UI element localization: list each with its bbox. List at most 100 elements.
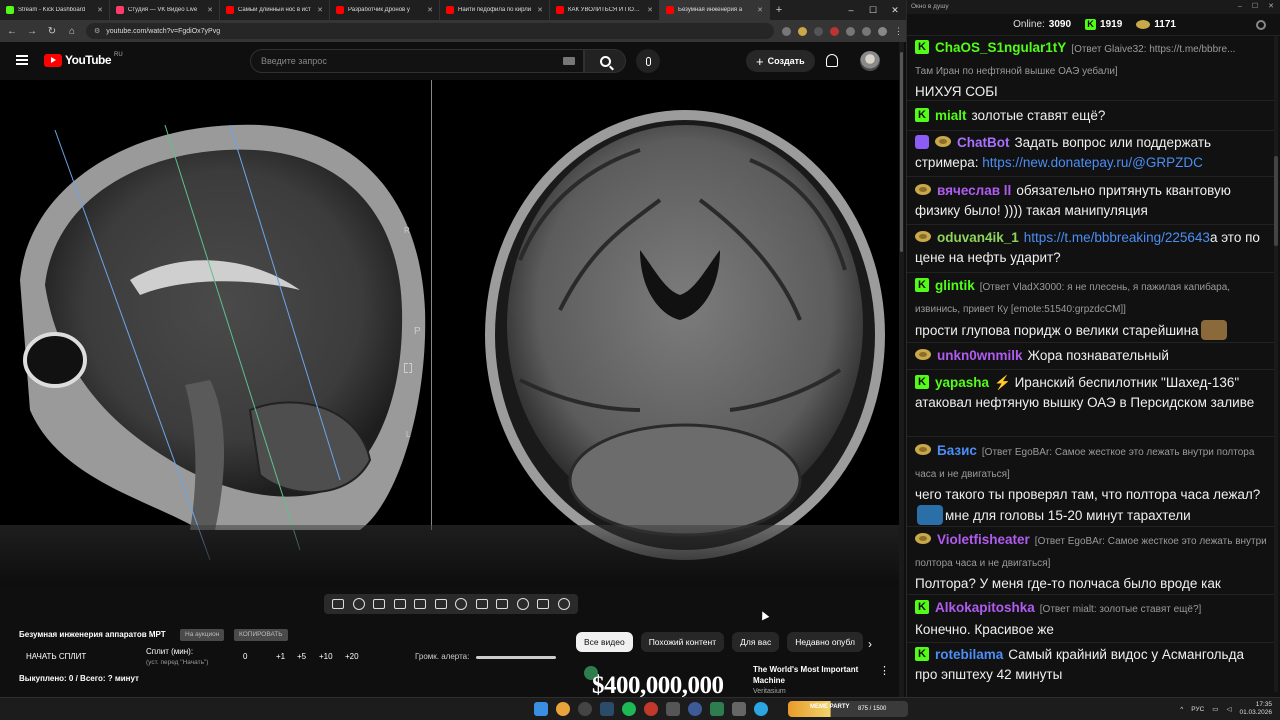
loop-icon[interactable] xyxy=(332,599,345,609)
download-icon[interactable] xyxy=(862,26,871,36)
maximize-icon[interactable]: ☐ xyxy=(1252,0,1258,14)
browser-tab[interactable]: Самый длинный нос в ист ✕ xyxy=(220,0,330,20)
extension-icon[interactable] xyxy=(814,26,823,36)
chat-scrollbar[interactable] xyxy=(1274,36,1278,692)
create-button[interactable]: + Создать xyxy=(746,50,815,72)
close-tab-icon[interactable]: ✕ xyxy=(97,6,103,14)
browser-tab[interactable]: КАК УВОЛИТЬСЯ И ПОЛУЧ ✕ xyxy=(550,0,660,20)
search-button[interactable] xyxy=(584,49,626,73)
chat-username[interactable]: ChatBot xyxy=(957,135,1010,150)
close-tab-icon[interactable]: ✕ xyxy=(427,6,433,14)
volume-icon[interactable]: ◁ xyxy=(1226,705,1231,713)
start-split-button[interactable]: НАЧАТЬ СПЛИТ xyxy=(26,652,86,661)
resize-icon[interactable] xyxy=(414,599,427,609)
split-value-1[interactable]: +1 xyxy=(276,652,285,661)
image-icon[interactable] xyxy=(496,599,509,609)
chat-username[interactable]: вячеслав ll xyxy=(937,183,1011,198)
app-icon[interactable] xyxy=(666,702,680,716)
chat-username[interactable]: Alkokapitoshka xyxy=(935,600,1035,615)
close-tab-icon[interactable]: ✕ xyxy=(757,6,763,14)
reload-icon[interactable]: ↻ xyxy=(46,26,58,37)
broadcast-icon[interactable] xyxy=(352,598,365,610)
chevron-right-icon[interactable]: › xyxy=(868,637,872,651)
more-options-icon[interactable]: ⋮ xyxy=(879,664,890,677)
chat-username[interactable]: oduvan4ik_1 xyxy=(937,230,1019,245)
chat-username[interactable]: unkn0wnmilk xyxy=(937,348,1023,363)
split-value-20[interactable]: +20 xyxy=(345,652,359,661)
video-player[interactable]: R P L xyxy=(0,80,900,586)
meme-party-widget[interactable]: MEME PARTY 875 / 1500 xyxy=(788,701,908,717)
chat-link[interactable]: https://new.donatepay.ru/@GRPZDC xyxy=(982,155,1203,170)
home-icon[interactable]: ⌂ xyxy=(66,26,78,37)
menu-dots-icon[interactable]: ⋮ xyxy=(894,26,903,36)
chat-username[interactable]: rotebilama xyxy=(935,647,1003,662)
chip-all-videos[interactable]: Все видео xyxy=(576,632,633,652)
browser-tab-active[interactable]: Безумная инженерия а ✕ xyxy=(660,0,770,20)
chat-link[interactable]: https://t.me/bbbreaking/225643 xyxy=(1024,230,1210,245)
extension-icon[interactable] xyxy=(798,26,807,36)
close-window-icon[interactable]: ✕ xyxy=(884,0,906,20)
close-tab-icon[interactable]: ✕ xyxy=(317,6,323,14)
split-value-10[interactable]: +10 xyxy=(319,652,333,661)
frames-icon[interactable] xyxy=(434,599,447,609)
speed-icon[interactable] xyxy=(455,598,468,610)
browser-tab[interactable]: Студия — VK Видео Live ✕ xyxy=(110,0,220,20)
profile-icon[interactable] xyxy=(878,26,887,36)
recommendation-thumbnail[interactable]: $400,000,000 xyxy=(580,662,740,697)
chat-username[interactable]: Violetfisheater xyxy=(937,532,1030,547)
language-indicator[interactable]: РУС xyxy=(1191,706,1204,713)
chat-username[interactable]: glintik xyxy=(935,278,975,293)
notifications-bell-icon[interactable] xyxy=(826,54,838,67)
app-icon[interactable] xyxy=(732,702,746,716)
split-value-0[interactable]: 0 xyxy=(243,652,247,661)
avatar[interactable] xyxy=(860,51,880,71)
forward-icon[interactable]: → xyxy=(26,26,38,37)
close-tab-icon[interactable]: ✕ xyxy=(207,6,213,14)
recommendation-title[interactable]: The World's Most Important Machine xyxy=(753,664,873,686)
hamburger-menu-icon[interactable] xyxy=(16,55,28,65)
windows-start-icon[interactable] xyxy=(534,702,548,716)
app-icon[interactable] xyxy=(644,702,658,716)
search-input[interactable]: Введите запрос xyxy=(250,49,584,73)
chip-similar[interactable]: Похожий контент xyxy=(640,632,725,652)
split-value-5[interactable]: +5 xyxy=(297,652,306,661)
browser-tab[interactable]: Stream - Kick Dashboard ✕ xyxy=(0,0,110,20)
browser-tab[interactable]: Разработчик Дронов у ✕ xyxy=(330,0,440,20)
maximize-icon[interactable]: ☐ xyxy=(862,0,884,20)
calendar-icon[interactable] xyxy=(393,599,406,609)
site-info-icon[interactable]: ⚙ xyxy=(94,27,100,35)
chat-username[interactable]: ChaOS_S1ngular1tY xyxy=(935,40,1066,55)
extension-icon[interactable] xyxy=(830,26,839,36)
chat-username[interactable]: yapasha xyxy=(935,375,989,390)
flask-icon[interactable] xyxy=(537,599,550,609)
copy-button[interactable]: КОПИРОВАТЬ xyxy=(234,629,288,641)
network-icon[interactable]: ▭ xyxy=(1212,705,1218,713)
chat-username[interactable]: Базис xyxy=(937,443,977,458)
screenshot-icon[interactable] xyxy=(373,599,386,609)
alert-volume-slider[interactable] xyxy=(476,656,556,659)
chrome-icon[interactable] xyxy=(556,702,570,716)
clock[interactable]: 17:35 01.03.2026 xyxy=(1239,701,1272,717)
steam-icon[interactable] xyxy=(600,702,614,716)
close-tab-icon[interactable]: ✕ xyxy=(537,6,543,14)
gear-icon[interactable] xyxy=(1256,20,1266,30)
obs-icon[interactable] xyxy=(578,702,592,716)
app-icon[interactable] xyxy=(688,702,702,716)
keyboard-icon[interactable] xyxy=(563,57,575,65)
app-icon[interactable] xyxy=(710,702,724,716)
spotify-icon[interactable] xyxy=(622,702,636,716)
chat-username[interactable]: mialt xyxy=(935,108,967,123)
camera-icon[interactable] xyxy=(516,598,529,610)
close-window-icon[interactable]: ✕ xyxy=(1268,0,1274,14)
back-icon[interactable]: ← xyxy=(6,26,18,37)
telegram-icon[interactable] xyxy=(754,702,768,716)
chip-recent[interactable]: Недавно опубл xyxy=(787,632,863,652)
chip-for-you[interactable]: Для вас xyxy=(732,632,780,652)
gear-icon[interactable] xyxy=(557,598,570,610)
chevron-up-icon[interactable]: ^ xyxy=(1180,706,1183,713)
puzzle-icon[interactable] xyxy=(846,26,855,36)
url-field[interactable]: ⚙ youtube.com/watch?v=FgdiOx7yPvg xyxy=(86,23,774,39)
browser-tab[interactable]: Найти педофила по кирли ✕ xyxy=(440,0,550,20)
new-tab-icon[interactable]: + xyxy=(770,4,788,16)
youtube-logo[interactable]: YouTube RU xyxy=(44,52,123,67)
